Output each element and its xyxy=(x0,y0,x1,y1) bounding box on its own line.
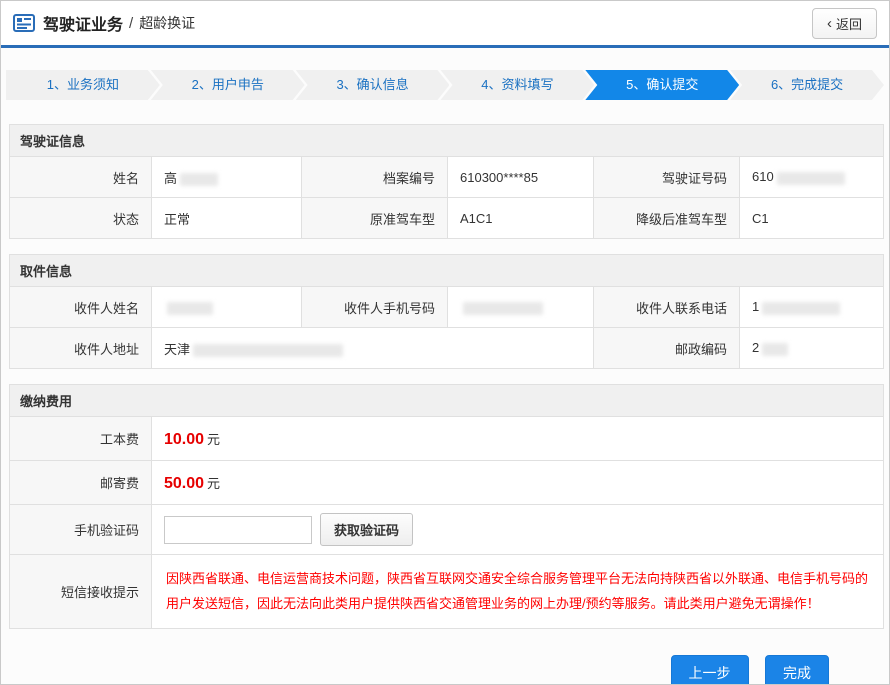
postal-code-label: 邮政编码 xyxy=(594,328,740,369)
recipient-phone-value: 1 xyxy=(740,287,884,328)
original-class-label: 原准驾车型 xyxy=(302,198,448,239)
table-row: 姓名 高 档案编号 610300****85 驾驶证号码 610 xyxy=(10,157,884,198)
step-label: 1、业务须知 xyxy=(47,77,119,92)
fees-section-header: 缴纳费用 xyxy=(10,385,884,417)
postal-code-value: 2 xyxy=(740,328,884,369)
step-5-confirm-submit[interactable]: 5、确认提交 xyxy=(585,70,739,100)
pickup-section-header: 取件信息 xyxy=(10,255,884,287)
license-info-table: 驾驶证信息 姓名 高 档案编号 610300****85 驾驶证号码 610 状… xyxy=(9,124,884,239)
table-row: 工本费 10.00元 xyxy=(10,417,884,461)
prev-step-button[interactable]: 上一步 xyxy=(671,655,749,685)
recipient-name-label: 收件人姓名 xyxy=(10,287,152,328)
step-nav: 1、业务须知 2、用户申告 3、确认信息 4、资料填写 5、确认提交 6、完成提… xyxy=(6,70,884,100)
redacted-blur xyxy=(167,302,213,315)
step-4-fill-info[interactable]: 4、资料填写 xyxy=(440,70,594,100)
redacted-blur xyxy=(193,344,343,357)
table-row: 收件人地址 天津 邮政编码 2 xyxy=(10,328,884,369)
recipient-address-value: 天津 xyxy=(152,328,594,369)
sms-notice-label: 短信接收提示 xyxy=(10,555,152,629)
get-sms-code-button[interactable]: 获取验证码 xyxy=(320,513,413,546)
page: 驾驶证业务 / 超龄换证 ‹ 返回 1、业务须知 2、用户申告 3、确认信息 4… xyxy=(0,0,890,685)
downgraded-class-label: 降级后准驾车型 xyxy=(594,198,740,239)
license-number-value: 610 xyxy=(740,157,884,198)
redacted-blur xyxy=(762,302,840,315)
fees-table: 缴纳费用 工本费 10.00元 邮寄费 50.00元 手机验证码 xyxy=(9,384,884,629)
redacted-blur xyxy=(777,172,845,185)
pickup-info-table: 取件信息 收件人姓名 收件人手机号码 收件人联系电话 1 收件人地址 天津 邮政… xyxy=(9,254,884,369)
recipient-name-value xyxy=(152,287,302,328)
file-number-value: 610300****85 xyxy=(448,157,594,198)
license-number-label: 驾驶证号码 xyxy=(594,157,740,198)
sms-notice-text: 因陕西省联通、电信运营商技术问题，陕西省互联网交通安全综合服务管理平台无法向持陕… xyxy=(162,557,873,626)
page-title: 驾驶证业务 xyxy=(43,11,123,35)
table-row: 手机验证码 获取验证码 xyxy=(10,505,884,555)
back-chevron-icon: ‹ xyxy=(827,16,832,31)
sms-code-label: 手机验证码 xyxy=(10,505,152,555)
table-row: 收件人姓名 收件人手机号码 收件人联系电话 1 xyxy=(10,287,884,328)
table-row: 短信接收提示 因陕西省联通、电信运营商技术问题，陕西省互联网交通安全综合服务管理… xyxy=(10,555,884,629)
downgraded-class-value: C1 xyxy=(740,198,884,239)
name-value: 高 xyxy=(152,157,302,198)
finish-button[interactable]: 完成 xyxy=(765,655,829,685)
step-label: 5、确认提交 xyxy=(626,77,698,92)
step-6-complete-submit[interactable]: 6、完成提交 xyxy=(730,70,884,100)
redacted-blur xyxy=(463,302,543,315)
name-label: 姓名 xyxy=(10,157,152,198)
breadcrumb-current: 超龄换证 xyxy=(139,13,195,33)
license-section-title: 驾驶证信息 xyxy=(10,125,884,157)
status-value: 正常 xyxy=(152,198,302,239)
step-3-confirm-info[interactable]: 3、确认信息 xyxy=(296,70,450,100)
recipient-address-label: 收件人地址 xyxy=(10,328,152,369)
table-row: 邮寄费 50.00元 xyxy=(10,461,884,505)
step-label: 6、完成提交 xyxy=(771,77,843,92)
file-number-label: 档案编号 xyxy=(302,157,448,198)
sms-code-input[interactable] xyxy=(164,516,312,544)
original-class-value: A1C1 xyxy=(448,198,594,239)
back-button-label: 返回 xyxy=(836,14,862,33)
pickup-section-title: 取件信息 xyxy=(10,255,884,287)
fees-section-title: 缴纳费用 xyxy=(10,385,884,417)
production-fee-value: 10.00元 xyxy=(152,417,884,461)
redacted-blur xyxy=(180,173,218,186)
step-1-business-notice[interactable]: 1、业务须知 xyxy=(6,70,160,100)
redacted-blur xyxy=(762,343,788,356)
step-2-user-declaration[interactable]: 2、用户申告 xyxy=(151,70,305,100)
step-label: 2、用户申告 xyxy=(192,77,264,92)
footer-actions: 上一步 完成 xyxy=(1,655,889,685)
license-section-header: 驾驶证信息 xyxy=(10,125,884,157)
mailing-fee-label: 邮寄费 xyxy=(10,461,152,505)
status-label: 状态 xyxy=(10,198,152,239)
mailing-fee-value: 50.00元 xyxy=(152,461,884,505)
recipient-phone-label: 收件人联系电话 xyxy=(594,287,740,328)
sms-notice-cell: 因陕西省联通、电信运营商技术问题，陕西省互联网交通安全综合服务管理平台无法向持陕… xyxy=(152,555,884,629)
production-fee-label: 工本费 xyxy=(10,417,152,461)
table-row: 状态 正常 原准驾车型 A1C1 降级后准驾车型 C1 xyxy=(10,198,884,239)
breadcrumb-separator: / xyxy=(129,15,133,32)
sms-code-cell: 获取验证码 xyxy=(152,505,884,555)
back-button[interactable]: ‹ 返回 xyxy=(812,8,877,39)
step-label: 3、确认信息 xyxy=(336,77,408,92)
header: 驾驶证业务 / 超龄换证 ‹ 返回 xyxy=(1,1,889,48)
recipient-mobile-value xyxy=(448,287,594,328)
step-label: 4、资料填写 xyxy=(481,77,553,92)
main-content: 驾驶证信息 姓名 高 档案编号 610300****85 驾驶证号码 610 状… xyxy=(1,124,889,629)
license-service-icon xyxy=(13,14,35,32)
recipient-mobile-label: 收件人手机号码 xyxy=(302,287,448,328)
